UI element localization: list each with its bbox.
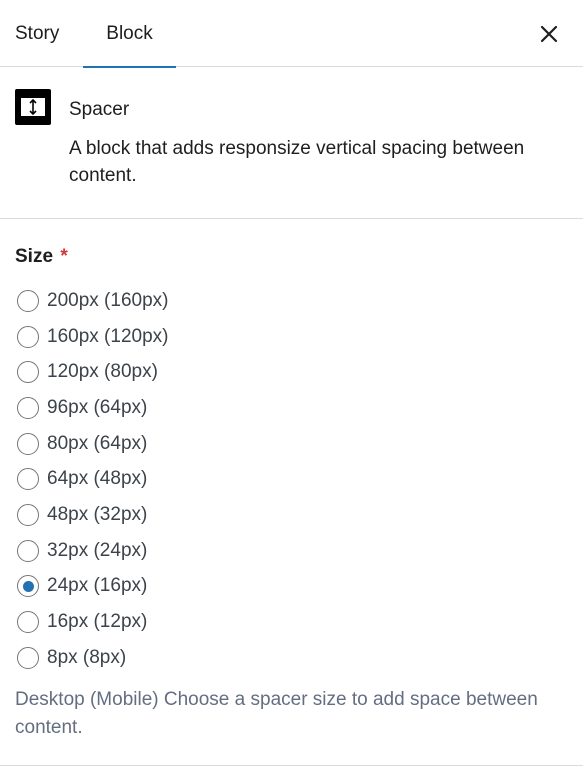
size-option-label: 200px (160px) <box>47 289 169 311</box>
tab-story[interactable]: Story <box>15 0 59 67</box>
radio-button[interactable] <box>17 539 39 562</box>
size-option-label: 8px (8px) <box>47 646 127 668</box>
size-option-label: 32px (24px) <box>47 539 148 561</box>
radio-button[interactable] <box>17 325 39 348</box>
tab-bar: Story Block <box>0 0 583 68</box>
close-button[interactable] <box>535 20 563 48</box>
divider <box>0 765 583 766</box>
radio-button[interactable] <box>17 575 39 598</box>
size-option-label: 120px (80px) <box>47 361 158 383</box>
size-option-label: 48px (32px) <box>47 503 148 525</box>
size-option-label: 96px (64px) <box>47 396 148 418</box>
size-option[interactable]: 64px (48px) <box>17 461 557 497</box>
size-option[interactable]: 160px (120px) <box>17 319 557 355</box>
block-card: Spacer A block that adds responsize vert… <box>0 68 583 219</box>
size-help-text: Desktop (Mobile) Choose a spacer size to… <box>15 689 538 738</box>
radio-button[interactable] <box>17 646 39 669</box>
radio-button[interactable] <box>17 396 39 419</box>
radio-button[interactable] <box>17 432 39 455</box>
size-field-label: Size * <box>15 246 68 268</box>
size-option[interactable]: 96px (64px) <box>17 390 557 426</box>
size-option-label: 80px (64px) <box>47 432 148 454</box>
radio-button[interactable] <box>17 468 39 491</box>
size-option-label: 24px (16px) <box>47 575 148 597</box>
size-option-label: 160px (120px) <box>47 325 169 347</box>
size-radio-group: 200px (160px) 160px (120px) 120px (80px) 96… <box>17 283 557 676</box>
radio-button[interactable] <box>17 503 39 526</box>
size-option-label: 16px (12px) <box>47 611 148 633</box>
size-option-label: 64px (48px) <box>47 468 148 490</box>
size-option[interactable]: 80px (64px) <box>17 426 557 462</box>
size-option[interactable]: 48px (32px) <box>17 497 557 533</box>
size-option[interactable]: 16px (12px) <box>17 604 557 640</box>
size-option[interactable]: 8px (8px) <box>17 640 557 676</box>
spacer-icon <box>15 89 51 125</box>
radio-button[interactable] <box>17 289 39 312</box>
close-icon <box>540 25 558 43</box>
tab-block[interactable]: Block <box>83 0 176 68</box>
size-option[interactable]: 24px (16px) <box>17 569 557 605</box>
size-label-text: Size <box>15 246 54 267</box>
required-marker: * <box>60 246 68 267</box>
size-option[interactable]: 120px (80px) <box>17 354 557 390</box>
radio-button[interactable] <box>17 611 39 634</box>
block-title: Spacer <box>69 99 130 120</box>
block-description: A block that adds responsize vertical sp… <box>69 138 525 186</box>
radio-button[interactable] <box>17 361 39 384</box>
size-option[interactable]: 200px (160px) <box>17 283 557 319</box>
size-option[interactable]: 32px (24px) <box>17 533 557 569</box>
